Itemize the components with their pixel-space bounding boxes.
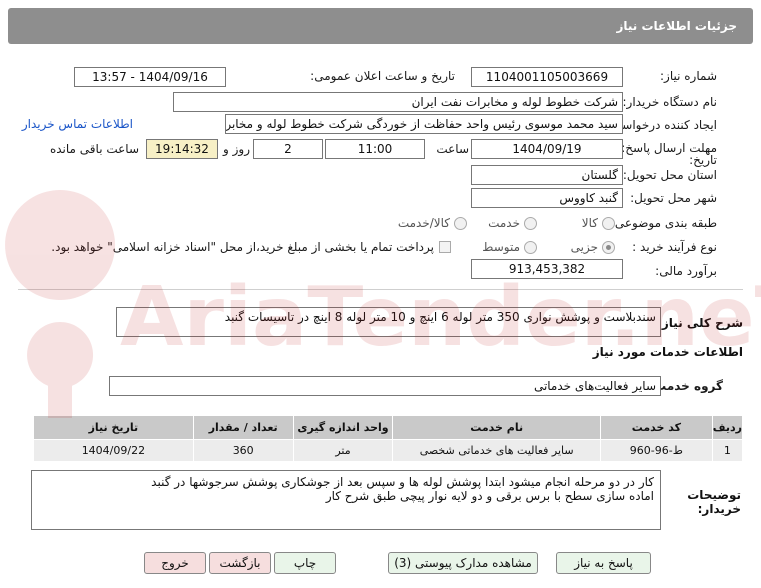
col-date: تاریخ نیاز (33, 415, 194, 440)
buyer-contact-link[interactable]: اطلاعات تماس خریدار (22, 117, 133, 131)
remaining-label: ساعت باقی مانده (49, 142, 139, 156)
remaining-time-field: 19:14:32 (146, 139, 218, 159)
process-radio-medium[interactable] (524, 241, 537, 254)
cell-qty: 360 (192, 439, 294, 462)
deadline-label-date: تاریخ: (689, 153, 717, 167)
description-field[interactable]: سندبلاست و پوشش نواری 350 متر لوله 6 این… (116, 307, 661, 337)
announce-field[interactable]: 1404/09/16 - 13:57 (74, 67, 226, 87)
col-row: ردیف (711, 415, 744, 440)
service-group-field[interactable]: سایر فعالیت‌های خدماتی (109, 376, 661, 396)
days-label: روز و (223, 142, 250, 156)
table-header-row: ردیف کد خدمت نام خدمت واحد اندازه گیری ت… (33, 415, 744, 440)
payment-checkbox[interactable] (439, 241, 451, 253)
back-button[interactable]: بازگشت (209, 552, 271, 574)
estimate-field[interactable]: 913,453,382 (471, 259, 623, 279)
province-field[interactable]: گلستان (471, 165, 623, 185)
attachments-button[interactable]: مشاهده مدارک پیوستی (3) (388, 552, 538, 574)
reply-button[interactable]: پاسخ به نیاز (556, 552, 651, 574)
city-field[interactable]: گنبد کاووس (471, 188, 623, 208)
creator-field[interactable]: سید محمد موسوی رئیس واحد حفاظت از خوردگی… (225, 114, 623, 134)
announce-label: تاریخ و ساعت اعلان عمومی: (310, 69, 455, 83)
buyer-field[interactable]: شرکت خطوط لوله و مخابرات نفت ایران (173, 92, 623, 112)
process-radio-minor[interactable] (602, 241, 615, 254)
cell-row: 1 (711, 439, 744, 462)
category-label: طبقه بندی موضوعی: (610, 216, 717, 230)
buyer-label: نام دستگاه خریدار: (622, 95, 718, 109)
process-minor-label: جزیی (570, 240, 598, 254)
need-number-label: شماره نیاز: (660, 69, 717, 83)
cell-name: سایر فعالیت های خدماتی شخصی (392, 439, 601, 462)
cell-date: 1404/09/22 (33, 439, 194, 462)
services-title: اطلاعات خدمات مورد نیاز (592, 345, 743, 359)
province-label: استان محل تحویل: (622, 168, 717, 182)
col-code: کد خدمت (599, 415, 713, 440)
separator (18, 289, 743, 290)
cell-code: ط-96-960 (599, 439, 713, 462)
estimate-label: برآورد مالی: (655, 264, 717, 278)
creator-label: ایجاد کننده درخواست: (606, 118, 717, 132)
process-label: نوع فرآیند خرید : (632, 240, 717, 254)
col-name: نام خدمت (392, 415, 601, 440)
buyer-notes-label: توضیحات (687, 488, 741, 502)
city-label: شهر محل تحویل: (630, 191, 717, 205)
exit-button[interactable]: خروج (144, 552, 206, 574)
category-radio-goods[interactable] (602, 217, 615, 230)
deadline-time-label: ساعت (436, 142, 469, 156)
print-button[interactable]: چاپ (274, 552, 336, 574)
cell-unit: متر (292, 439, 394, 462)
buyer-notes-line-2: اماده سازی سطح با برس برقی و دو لایه نوا… (325, 489, 654, 503)
deadline-date-field[interactable]: 1404/09/19 (471, 139, 623, 159)
buyer-notes-line-1: کار در دو مرحله انجام میشود ابتدا پوشش ل… (151, 475, 654, 489)
description-label: شرح کلی نیاز: (657, 316, 743, 330)
need-number-field[interactable]: 1104001105003669 (471, 67, 623, 87)
buyer-notes-label-2: خریدار: (697, 502, 741, 516)
payment-note: پرداخت تمام یا بخشی از مبلغ خرید،از محل … (51, 240, 434, 254)
col-qty: تعداد / مقدار (192, 415, 294, 440)
col-unit: واحد اندازه گیری (292, 415, 394, 440)
category-goods-label: کالا (581, 216, 598, 230)
category-goods-service-label: کالا/خدمت (397, 216, 450, 230)
services-table: ردیف کد خدمت نام خدمت واحد اندازه گیری ت… (33, 415, 744, 462)
process-medium-label: متوسط (482, 240, 520, 254)
category-radio-goods-service[interactable] (454, 217, 467, 230)
days-field[interactable]: 2 (253, 139, 323, 159)
title-bar: جزئیات اطلاعات نیاز (0, 0, 761, 50)
deadline-time-field[interactable]: 11:00 (325, 139, 425, 159)
category-service-label: خدمت (488, 216, 520, 230)
buyer-notes-field[interactable]: کار در دو مرحله انجام میشود ابتدا پوشش ل… (31, 470, 661, 530)
category-radio-service[interactable] (524, 217, 537, 230)
page-title: جزئیات اطلاعات نیاز (8, 8, 753, 44)
table-row: 1 ط-96-960 سایر فعالیت های خدماتی شخصی م… (33, 439, 744, 462)
